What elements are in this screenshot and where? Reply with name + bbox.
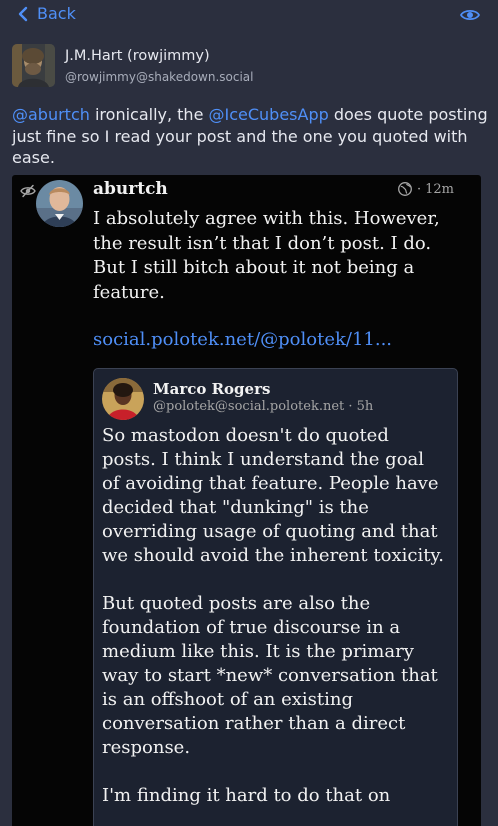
- quoted-author-avatar[interactable]: [36, 180, 83, 227]
- nested-paragraph: But quoted posts are also the foundation…: [102, 593, 438, 758]
- quoted-post-card[interactable]: aburtch · 12m I absolutely agree with th…: [12, 175, 481, 826]
- mention-link[interactable]: @IceCubesApp: [209, 105, 329, 124]
- eye-slash-icon: [20, 183, 36, 202]
- quoted-author-name[interactable]: aburtch: [93, 179, 168, 199]
- author-display-name[interactable]: J.M.Hart (rowjimmy): [65, 47, 254, 65]
- quoted-post-link[interactable]: social.polotek.net/@polotek/11...: [93, 329, 392, 350]
- post-content: @aburtch ironically, the @IceCubesApp do…: [12, 104, 488, 169]
- back-label: Back: [37, 4, 76, 23]
- nested-author-name[interactable]: Marco Rogers: [153, 380, 270, 398]
- mention-link[interactable]: @aburtch: [12, 105, 90, 124]
- nested-post-text: So mastodon doesn't do quoted posts. I t…: [102, 424, 447, 826]
- post-text-segment: ironically, the: [89, 105, 209, 124]
- nested-paragraph: So mastodon doesn't do quoted posts. I t…: [102, 425, 444, 566]
- nested-author-handle: @polotek@social.polotek.net · 5h: [153, 399, 374, 414]
- meta-separator: ·: [417, 181, 422, 197]
- eye-icon: [459, 9, 481, 21]
- quoted-post-time: 12m: [425, 181, 455, 197]
- chevron-left-icon: [18, 6, 28, 21]
- quoted-post-text: I absolutely agree with this. However, t…: [93, 208, 440, 303]
- nested-paragraph: I'm finding it hard to do that on: [102, 785, 391, 806]
- back-button[interactable]: Back: [18, 4, 76, 23]
- nested-quoted-card[interactable]: Marco Rogers @polotek@social.polotek.net…: [93, 368, 458, 826]
- author-avatar[interactable]: [12, 44, 55, 87]
- navigation-bar: Back: [0, 0, 498, 30]
- post-author: J.M.Hart (rowjimmy) @rowjimmy@shakedown.…: [12, 44, 254, 87]
- globe-icon: [398, 182, 412, 196]
- quoted-post-meta: · 12m: [397, 181, 454, 197]
- author-handle: @rowjimmy@shakedown.social: [65, 70, 254, 84]
- nested-author-avatar[interactable]: [102, 378, 144, 420]
- visibility-button[interactable]: [459, 6, 481, 24]
